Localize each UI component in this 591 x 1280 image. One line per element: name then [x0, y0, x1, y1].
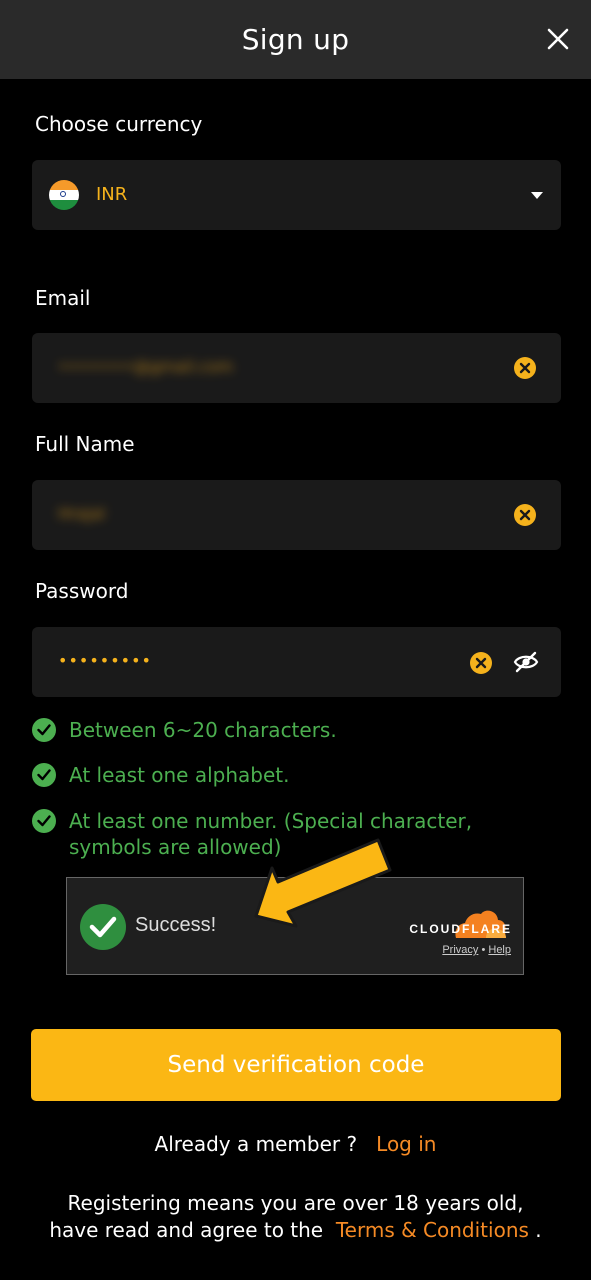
currency-value: INR	[96, 184, 128, 205]
clear-name-icon[interactable]	[514, 504, 536, 526]
cloudflare-brand: CLOUDFLARE	[409, 922, 512, 936]
clear-password-icon[interactable]	[470, 652, 492, 674]
currency-label: Choose currency	[35, 112, 203, 136]
india-flag-icon	[49, 180, 79, 210]
email-value: ••••••••@gmail.com	[58, 357, 234, 376]
rule-text: Between 6~20 characters.	[69, 718, 337, 742]
password-rule: At least one alphabet.	[32, 762, 552, 788]
password-label: Password	[35, 579, 129, 603]
login-prompt-text: Already a member ?	[154, 1132, 358, 1156]
captcha-links: Privacy • Help	[442, 944, 511, 956]
arrow-pointer-icon	[254, 838, 392, 928]
page-title: Sign up	[241, 23, 350, 56]
chevron-down-icon	[531, 192, 543, 199]
terms-end: .	[535, 1218, 542, 1242]
rule-text: At least one alphabet.	[69, 763, 290, 787]
captcha-status: Success!	[135, 914, 217, 936]
check-circle-icon	[32, 809, 56, 833]
login-prompt: Already a member ? Log in	[0, 1132, 591, 1156]
eye-off-icon[interactable]	[513, 651, 539, 673]
password-value: •••••••••	[58, 651, 152, 670]
success-check-icon	[80, 904, 126, 950]
send-verification-code-button[interactable]: Send verification code	[31, 1029, 561, 1101]
privacy-link[interactable]: Privacy	[442, 944, 478, 956]
check-circle-icon	[32, 718, 56, 742]
full-name-field[interactable]: Hrajal	[32, 480, 561, 550]
terms-link[interactable]: Terms & Conditions	[336, 1218, 529, 1242]
link-separator: •	[481, 944, 486, 956]
email-field[interactable]: ••••••••@gmail.com	[32, 333, 561, 403]
email-label: Email	[35, 286, 91, 310]
currency-select[interactable]: INR	[32, 160, 561, 230]
check-circle-icon	[32, 763, 56, 787]
header: Sign up	[0, 0, 591, 79]
terms-notice: Registering means you are over 18 years …	[40, 1190, 551, 1244]
help-link[interactable]: Help	[488, 944, 511, 956]
full-name-value: Hrajal	[58, 504, 106, 523]
password-rule: Between 6~20 characters.	[32, 717, 552, 743]
password-field[interactable]: •••••••••	[32, 627, 561, 697]
close-icon[interactable]	[543, 24, 573, 54]
full-name-label: Full Name	[35, 432, 135, 456]
login-link[interactable]: Log in	[376, 1132, 436, 1156]
clear-email-icon[interactable]	[514, 357, 536, 379]
